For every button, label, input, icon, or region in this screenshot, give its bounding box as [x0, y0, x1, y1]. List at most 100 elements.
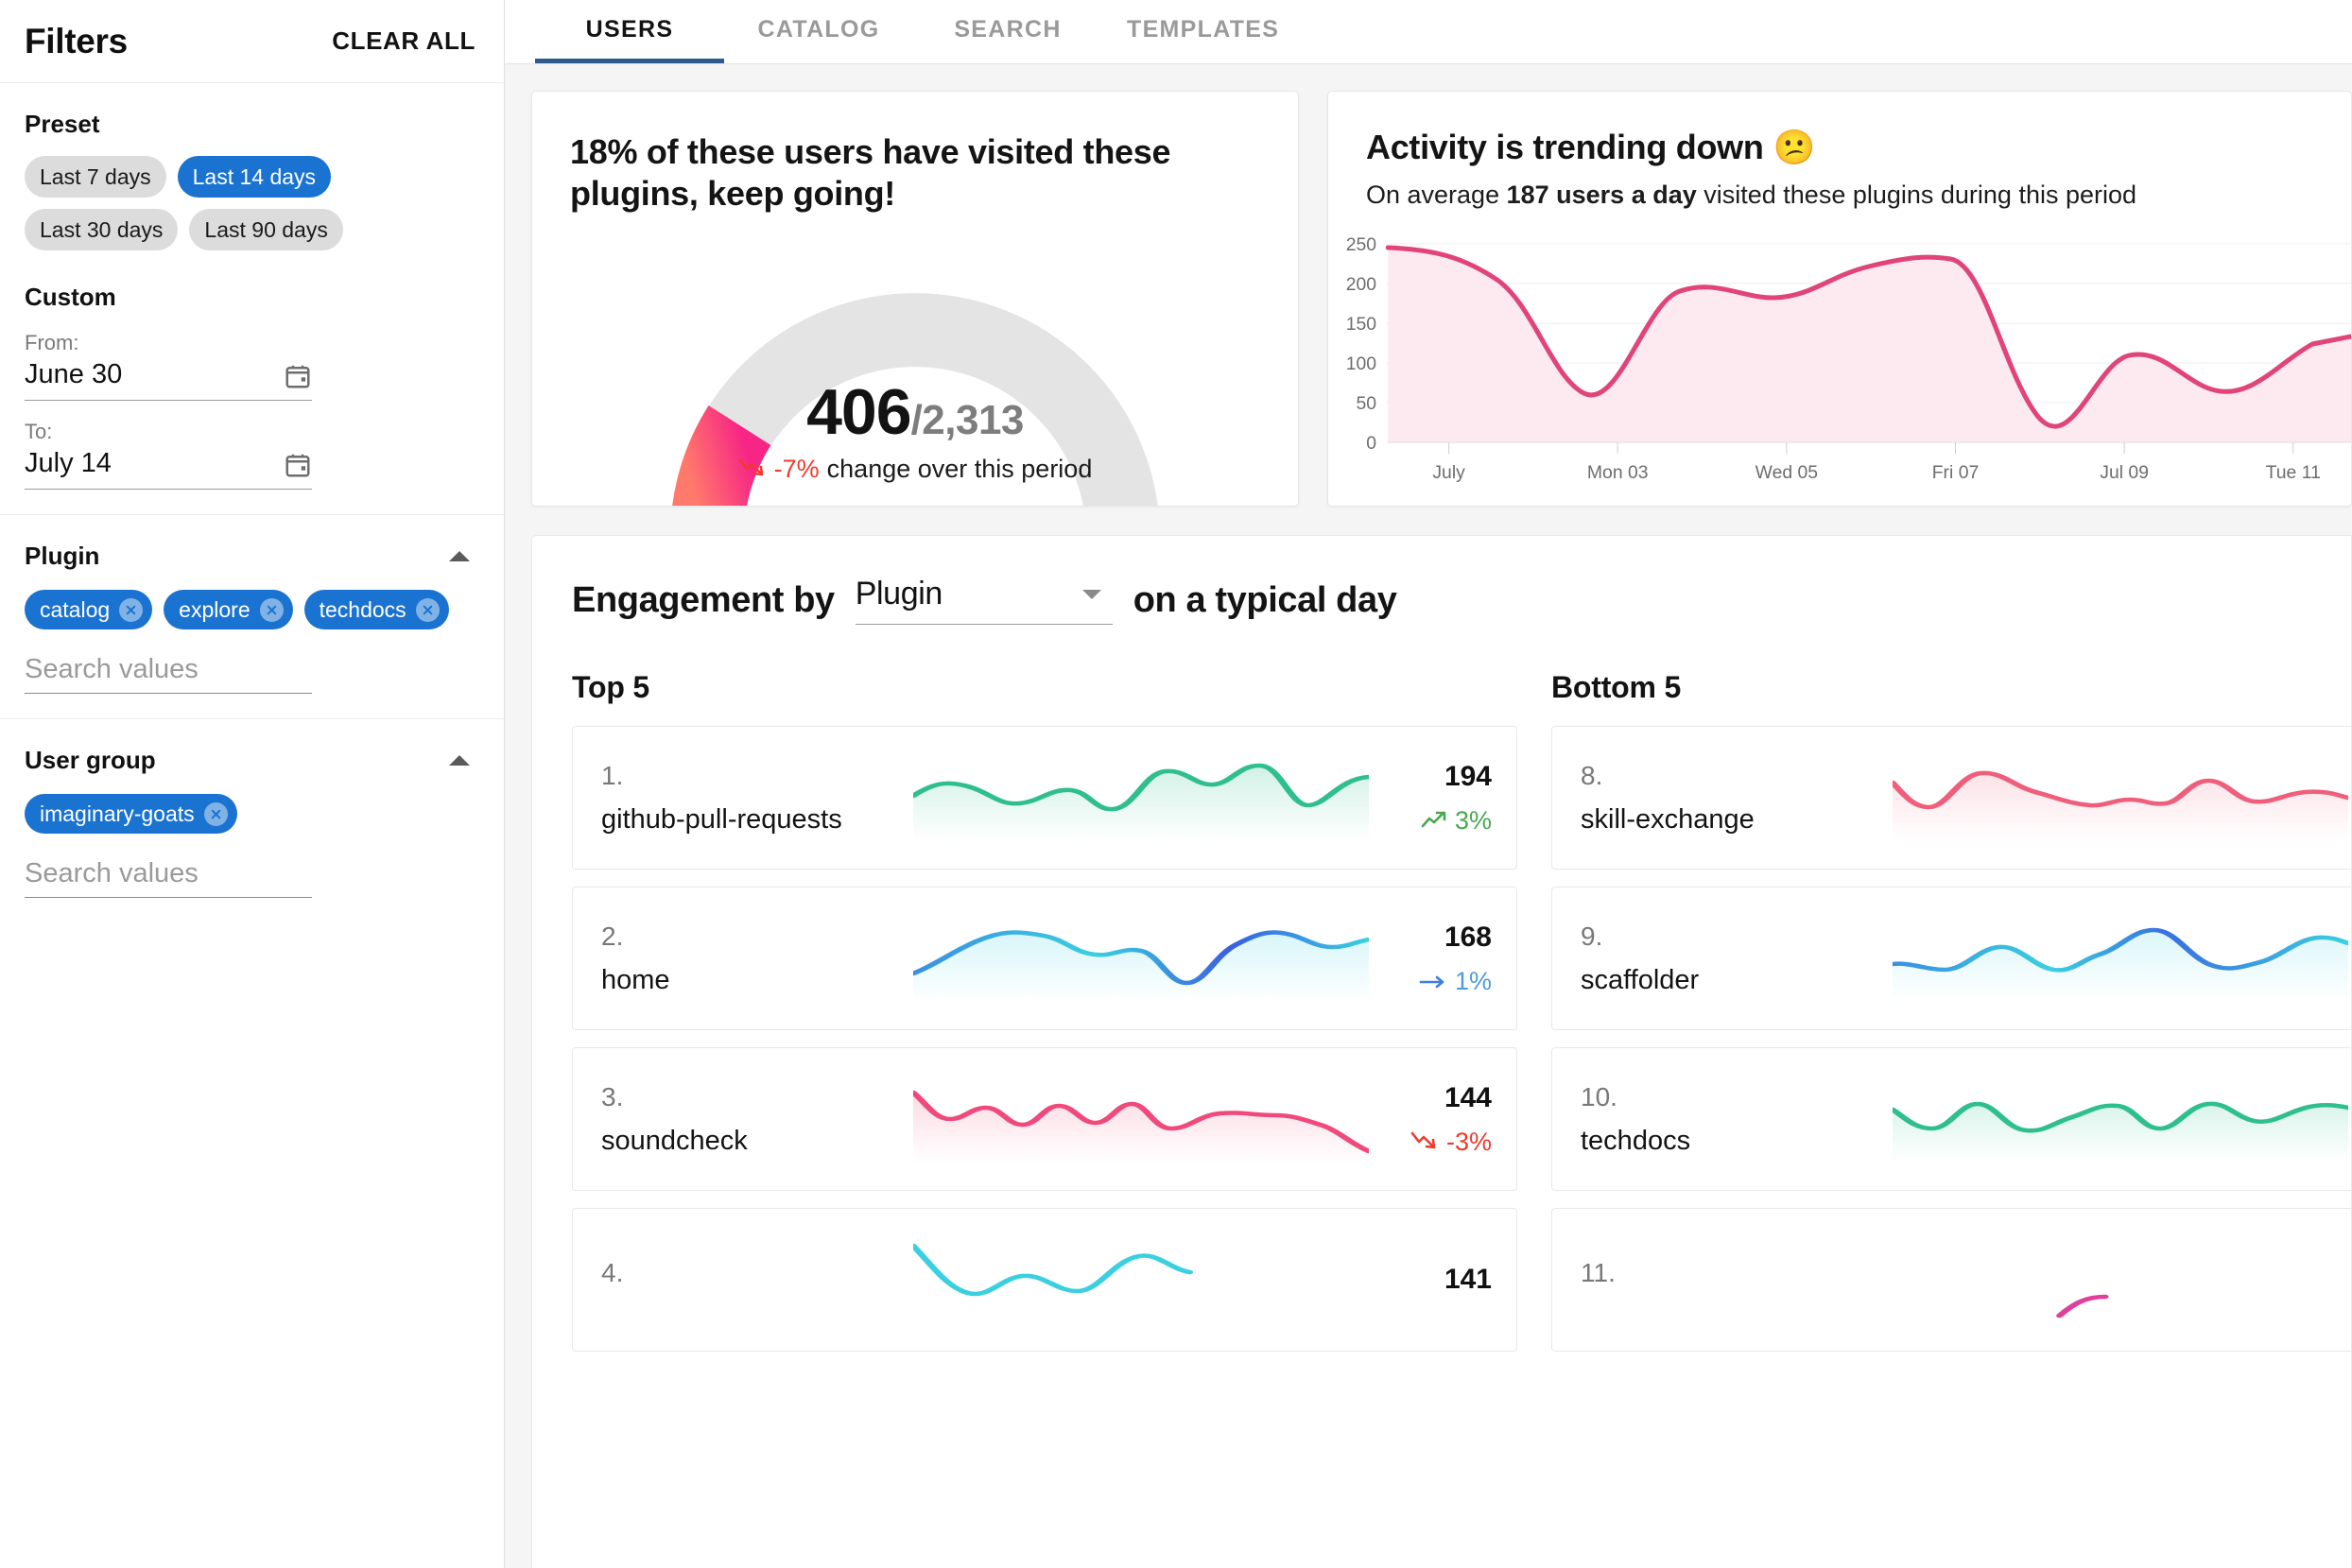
- row-metrics: 168 1%: [1369, 922, 1492, 996]
- close-icon[interactable]: [415, 597, 440, 622]
- activity-card: Activity is trending down 😕 On average 1…: [1327, 91, 2352, 507]
- activity-title: Activity is trending down: [1366, 128, 1764, 166]
- engagement-lists: Top 5 1. github-pull-requests 194 3% 2. …: [572, 670, 2351, 1369]
- confused-face-icon: 😕: [1773, 128, 1816, 166]
- preset-chip-last-14-days[interactable]: Last 14 days: [177, 156, 332, 198]
- bottom-5-column: Bottom 5 8. skill-exchange 9. scaffolder…: [1551, 670, 2351, 1369]
- x-tick-tue-11: Tue 11: [2266, 463, 2321, 483]
- sidebar-header: Filters CLEAR ALL: [0, 0, 504, 83]
- user-group-chip-group: imaginary-goats: [25, 794, 479, 834]
- row-identity: 10. techdocs: [1581, 1082, 1893, 1157]
- close-icon[interactable]: [119, 597, 144, 622]
- user-group-search-input[interactable]: [25, 858, 312, 889]
- to-label: To:: [25, 420, 53, 443]
- tab-templates[interactable]: TEMPLATES: [1102, 0, 1304, 63]
- custom-label: Custom: [25, 283, 116, 311]
- x-tick-fri-07: Fri 07: [1932, 463, 1980, 483]
- plugin-section-header[interactable]: Plugin: [25, 542, 479, 571]
- row-sparkline: [913, 915, 1369, 1002]
- chevron-up-icon[interactable]: [449, 755, 470, 766]
- row-identity: 3. soundcheck: [601, 1082, 913, 1157]
- x-tick-july: July: [1432, 463, 1465, 483]
- row-name: github-pull-requests: [601, 803, 842, 835]
- engagement-dimension-select[interactable]: Plugin: [855, 576, 1113, 625]
- list-item[interactable]: 10. techdocs: [1551, 1047, 2351, 1191]
- tab-catalog[interactable]: CATALOG: [724, 0, 913, 63]
- user-group-chip-label: imaginary-goats: [40, 801, 195, 826]
- list-item[interactable]: 4. 141: [572, 1208, 1517, 1352]
- engagement-dimension-value: Plugin: [855, 576, 943, 612]
- clear-all-button[interactable]: CLEAR ALL: [328, 19, 479, 63]
- list-item[interactable]: 1. github-pull-requests 194 3%: [572, 726, 1517, 870]
- gauge-delta: -7% change over this period: [532, 455, 1298, 484]
- calendar-icon[interactable]: [284, 451, 312, 479]
- row-metrics: 194 3%: [1369, 761, 1492, 836]
- row-metrics: 141: [1369, 1264, 1492, 1296]
- user-group-section: User group imaginary-goats: [0, 719, 504, 922]
- list-item[interactable]: 2. home 168 1%: [572, 887, 1517, 1030]
- row-metrics: 144 -3%: [1369, 1082, 1492, 1157]
- app-root: Filters CLEAR ALL Preset Last 7 days Las…: [0, 0, 2352, 1568]
- gauge-delta-percent: -7%: [773, 455, 820, 483]
- user-group-chip-imaginary-goats[interactable]: imaginary-goats: [25, 794, 237, 834]
- activity-title-row: Activity is trending down 😕: [1366, 128, 2313, 167]
- bottom-5-title: Bottom 5: [1551, 670, 1682, 704]
- activity-sub-bold: 187 users a day: [1506, 181, 1697, 209]
- gauge-number-line: 406/2,313: [532, 375, 1298, 449]
- row-identity: 4.: [601, 1258, 913, 1301]
- preset-chip-last-7-days[interactable]: Last 7 days: [25, 156, 166, 198]
- chevron-up-icon[interactable]: [449, 551, 470, 561]
- to-date-field: To: July 14: [25, 420, 479, 490]
- row-value: 194: [1444, 760, 1492, 792]
- to-input-row[interactable]: July 14: [25, 448, 312, 490]
- dashboard-content: 18% of these users have visited these pl…: [505, 64, 2352, 1568]
- row-sparkline: [1893, 1236, 2348, 1323]
- from-input-row[interactable]: June 30: [25, 359, 312, 401]
- plugin-chip-catalog[interactable]: catalog: [25, 590, 153, 629]
- from-value: June 30: [25, 359, 123, 389]
- plugin-chip-techdocs[interactable]: techdocs: [303, 590, 449, 629]
- activity-sub-suffix: visited these plugins during this period: [1696, 181, 2137, 209]
- close-icon[interactable]: [203, 801, 228, 826]
- row-sparkline: [913, 754, 1369, 841]
- gauge-headline: 18% of these users have visited these pl…: [570, 132, 1171, 213]
- preset-chip-last-30-days[interactable]: Last 30 days: [25, 209, 179, 250]
- activity-header: Activity is trending down 😕 On average 1…: [1328, 128, 2351, 210]
- plugin-search-input[interactable]: [25, 654, 312, 685]
- chevron-down-icon[interactable]: [1081, 589, 1101, 599]
- preset-chip-last-90-days[interactable]: Last 90 days: [189, 209, 343, 250]
- list-item[interactable]: 11.: [1551, 1208, 2351, 1352]
- row-trend: -3%: [1410, 1128, 1492, 1157]
- gauge-readout: 406/2,313 -7% change over this period: [532, 375, 1298, 484]
- top-5-column: Top 5 1. github-pull-requests 194 3% 2. …: [572, 670, 1517, 1369]
- row-rank: 11.: [1581, 1258, 1616, 1287]
- row-value: 144: [1444, 1081, 1492, 1113]
- engagement-card: Engagement by Plugin on a typical day To…: [531, 535, 2352, 1568]
- tab-users[interactable]: USERS: [535, 0, 724, 63]
- user-group-section-header[interactable]: User group: [25, 746, 479, 775]
- row-trend-value: -3%: [1445, 1127, 1492, 1156]
- calendar-icon[interactable]: [284, 362, 312, 390]
- y-tick-150: 150: [1346, 315, 1376, 335]
- from-date-field: From: June 30: [25, 331, 479, 401]
- plugin-chip-explore[interactable]: explore: [164, 590, 293, 629]
- list-item[interactable]: 8. skill-exchange: [1551, 726, 2351, 870]
- activity-subtitle: On average 187 users a day visited these…: [1366, 181, 2313, 210]
- to-value: July 14: [25, 448, 112, 478]
- plugin-chip-group: catalog explore techdocs: [25, 590, 479, 629]
- list-item[interactable]: 9. scaffolder: [1551, 887, 2351, 1030]
- plugin-chip-label: explore: [179, 596, 251, 622]
- row-rank: 8.: [1581, 760, 1603, 790]
- row-trend-value: 1%: [1454, 966, 1492, 995]
- row-name: scaffolder: [1581, 964, 1700, 995]
- list-item[interactable]: 3. soundcheck 144 -3%: [572, 1047, 1517, 1191]
- close-icon[interactable]: [259, 597, 284, 622]
- gauge-card: 18% of these users have visited these pl…: [531, 91, 1299, 507]
- filters-title: Filters: [25, 21, 128, 60]
- row-rank: 9.: [1581, 921, 1603, 951]
- plugin-chip-label: techdocs: [319, 596, 406, 622]
- tab-search[interactable]: SEARCH: [913, 0, 1102, 63]
- tab-bar: USERS CATALOG SEARCH TEMPLATES: [505, 0, 2352, 64]
- plugin-chip-label: catalog: [40, 596, 111, 622]
- activity-sub-prefix: On average: [1366, 181, 1507, 209]
